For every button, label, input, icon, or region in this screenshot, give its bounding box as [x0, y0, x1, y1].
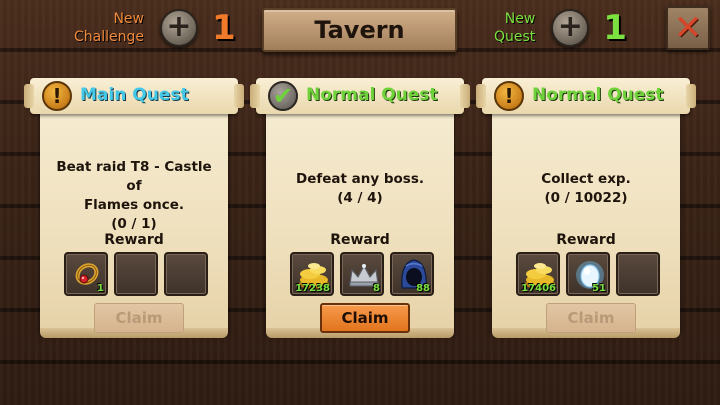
- quest-description-line1: Defeat any boss.: [295, 171, 424, 187]
- quest-description: Beat raid T8 - Castle of Flames once. (0…: [50, 158, 218, 234]
- reward-slot-empty: [114, 252, 158, 296]
- quest-card-main: Beat raid T8 - Castle of Flames once. (0…: [24, 76, 238, 338]
- quest-description-line1: Beat raid T8 - Castle of: [56, 159, 212, 194]
- reward-slot[interactable]: 88: [390, 252, 434, 296]
- new-quest-label: New Quest: [494, 10, 535, 46]
- reward-slot[interactable]: 51: [566, 252, 610, 296]
- claim-button[interactable]: Claim: [546, 303, 636, 333]
- new-challenge-counter: New Challenge + 1: [74, 8, 236, 48]
- new-quest-label-line1: New: [504, 11, 536, 27]
- quest-header: ! Main Quest: [24, 78, 238, 114]
- quest-type: Normal Quest: [532, 85, 664, 105]
- claim-button[interactable]: Claim: [320, 303, 410, 333]
- new-challenge-label-line1: New: [113, 11, 144, 27]
- exclamation-icon: !: [42, 81, 72, 111]
- reward-label: Reward: [556, 232, 616, 248]
- reward-slots: 1: [64, 252, 208, 296]
- new-challenge-count: 1: [212, 8, 236, 48]
- quest-progress: (4 / 4): [337, 190, 383, 206]
- reward-label: Reward: [330, 232, 390, 248]
- quest-card-normal-complete: Defeat any boss. (4 / 4) Reward 17238 8 …: [250, 76, 464, 338]
- add-quest-button[interactable]: +: [551, 8, 590, 47]
- quest-description: Collect exp. (0 / 10022): [502, 170, 670, 208]
- reward-qty: 17238: [295, 283, 330, 294]
- reward-slot[interactable]: 17406: [516, 252, 560, 296]
- reward-slot[interactable]: 8: [340, 252, 384, 296]
- quest-progress: (0 / 10022): [544, 190, 628, 206]
- reward-slot[interactable]: 17238: [290, 252, 334, 296]
- reward-slot-empty: [164, 252, 208, 296]
- reward-slots: 17238 8 88: [290, 252, 434, 296]
- reward-qty: 8: [373, 283, 380, 294]
- quest-type: Normal Quest: [306, 85, 438, 105]
- reward-slots: 17406 51: [516, 252, 660, 296]
- page-title: Tavern: [314, 16, 405, 44]
- quest-paper: Beat raid T8 - Castle of Flames once. (0…: [40, 98, 228, 338]
- reward-qty: 51: [592, 283, 606, 294]
- quest-paper: Collect exp. (0 / 10022) Reward 17406 51…: [492, 98, 680, 338]
- new-quest-count: 1: [603, 8, 627, 48]
- reward-qty: 17406: [521, 283, 556, 294]
- quest-description: Defeat any boss. (4 / 4): [276, 170, 444, 208]
- reward-slot[interactable]: 1: [64, 252, 108, 296]
- reward-qty: 88: [416, 283, 430, 294]
- reward-label: Reward: [104, 232, 164, 248]
- quest-type: Main Quest: [80, 85, 189, 105]
- new-challenge-label: New Challenge: [74, 10, 144, 46]
- add-challenge-button[interactable]: +: [160, 9, 198, 47]
- quest-header: ! Normal Quest: [476, 78, 690, 114]
- new-quest-counter: New Quest + 1: [494, 8, 627, 48]
- plus-icon: +: [166, 8, 192, 44]
- plus-icon: +: [557, 8, 583, 44]
- claim-button[interactable]: Claim: [94, 303, 184, 333]
- checkmark-icon: ✔: [268, 81, 298, 111]
- new-quest-label-line2: Quest: [494, 29, 536, 45]
- quest-paper: Defeat any boss. (4 / 4) Reward 17238 8 …: [266, 98, 454, 338]
- new-challenge-label-line2: Challenge: [74, 29, 144, 45]
- quest-card-normal: Collect exp. (0 / 10022) Reward 17406 51…: [476, 76, 690, 338]
- quest-description-line2: Flames once.: [83, 197, 185, 213]
- reward-qty: 1: [97, 283, 104, 294]
- reward-slot-empty: [616, 252, 660, 296]
- close-button[interactable]: ✕: [666, 6, 710, 50]
- quest-description-line1: Collect exp.: [541, 171, 631, 187]
- exclamation-icon: !: [494, 81, 524, 111]
- title-board: Tavern: [262, 8, 457, 52]
- close-icon: ✕: [673, 8, 703, 48]
- quest-header: ✔ Normal Quest: [250, 78, 464, 114]
